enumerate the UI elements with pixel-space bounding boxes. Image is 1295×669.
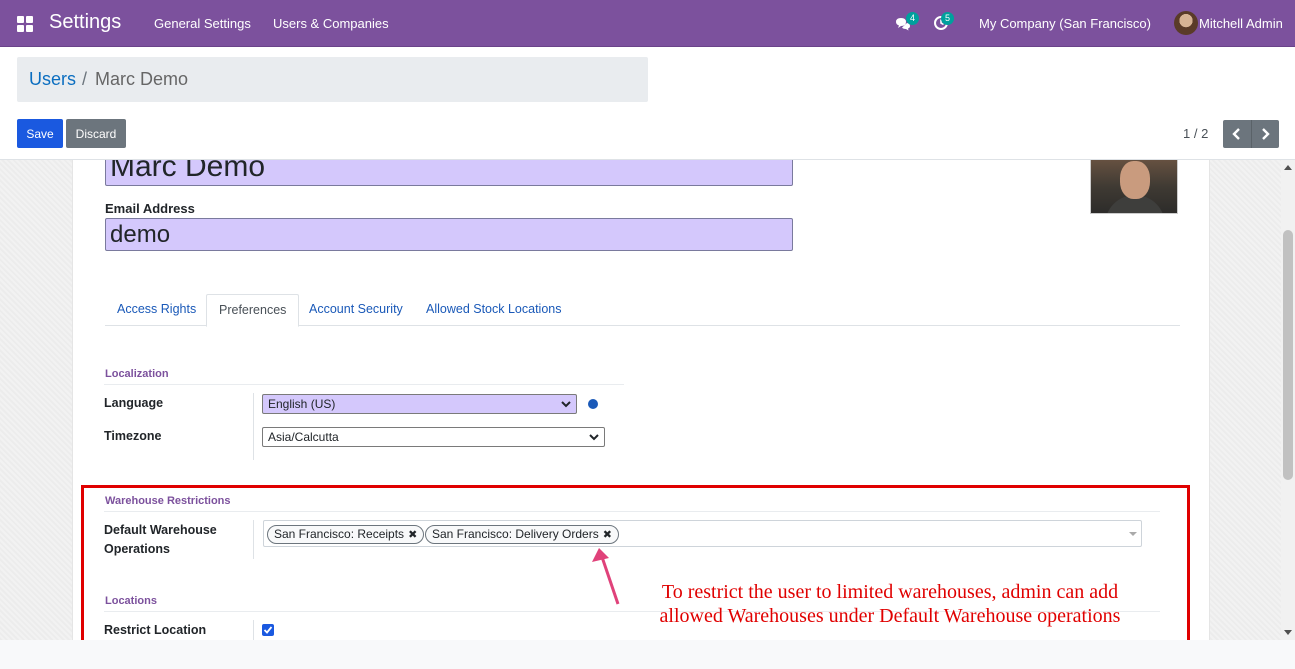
form-tabs: Access Rights Preferences Account Securi…: [105, 294, 1180, 327]
localization-section-title: Localization: [105, 368, 169, 380]
language-value: English (US): [268, 397, 336, 411]
breadcrumb: Users / Marc Demo: [17, 57, 648, 102]
timezone-select[interactable]: Asia/Calcutta: [262, 427, 605, 447]
timezone-value: Asia/Calcutta: [268, 430, 339, 444]
breadcrumb-current: Marc Demo: [95, 69, 189, 89]
discard-button[interactable]: Discard: [66, 119, 126, 148]
scroll-thumb[interactable]: [1283, 230, 1293, 480]
breadcrumb-separator: /: [82, 69, 88, 89]
annotation-line2: allowed Warehouses under Default Warehou…: [659, 605, 1121, 627]
language-label: Language: [104, 396, 164, 410]
tab-allowed-stock-locations[interactable]: Allowed Stock Locations: [414, 294, 574, 326]
save-button[interactable]: Save: [17, 119, 63, 148]
tab-access-rights[interactable]: Access Rights: [105, 294, 208, 326]
chat-badge: 4: [906, 12, 919, 25]
pager-previous-button[interactable]: [1223, 120, 1251, 148]
annotation-line1: To restrict the user to limited warehous…: [661, 581, 1119, 603]
chevron-right-icon: [1262, 128, 1270, 140]
tab-account-security[interactable]: Account Security: [297, 294, 415, 326]
menu-general-settings[interactable]: General Settings: [154, 16, 251, 31]
chevron-down-icon: [561, 401, 571, 408]
globe-icon[interactable]: [588, 399, 598, 409]
apps-menu-icon[interactable]: [17, 16, 33, 32]
breadcrumb-users-link[interactable]: Users: [29, 69, 76, 90]
user-avatar[interactable]: [1174, 11, 1198, 35]
scroll-down-icon[interactable]: [1284, 630, 1292, 635]
pager-buttons: [1223, 120, 1279, 148]
scroll-up-icon[interactable]: [1284, 165, 1292, 170]
activity-badge: 5: [941, 12, 954, 25]
chevron-down-icon: [589, 434, 599, 441]
field-divider: [253, 393, 254, 460]
user-menu[interactable]: Mitchell Admin: [1199, 16, 1283, 31]
company-switcher[interactable]: My Company (San Francisco): [979, 16, 1151, 31]
user-photo[interactable]: [1090, 160, 1178, 214]
app-title[interactable]: Settings: [49, 11, 121, 34]
localization-separator: [104, 384, 624, 385]
email-input[interactable]: demo: [105, 218, 793, 251]
annotation-arrow-icon: [592, 548, 620, 605]
user-name-input[interactable]: Marc Demo: [105, 160, 793, 186]
annotation-text: To restrict the user to limited warehous…: [620, 580, 1160, 628]
tab-preferences[interactable]: Preferences: [206, 294, 300, 327]
vertical-scrollbar[interactable]: [1281, 160, 1295, 640]
email-label: Email Address: [105, 201, 195, 216]
chevron-left-icon: [1232, 128, 1240, 140]
pager-next-button[interactable]: [1250, 120, 1280, 148]
pager-value[interactable]: 1 / 2: [1183, 126, 1208, 141]
language-select[interactable]: English (US): [262, 394, 577, 414]
menu-users-companies[interactable]: Users & Companies: [273, 16, 389, 31]
bottom-bar: [0, 640, 1295, 669]
timezone-label: Timezone: [104, 429, 162, 443]
top-navbar: Settings General Settings Users & Compan…: [0, 0, 1295, 47]
